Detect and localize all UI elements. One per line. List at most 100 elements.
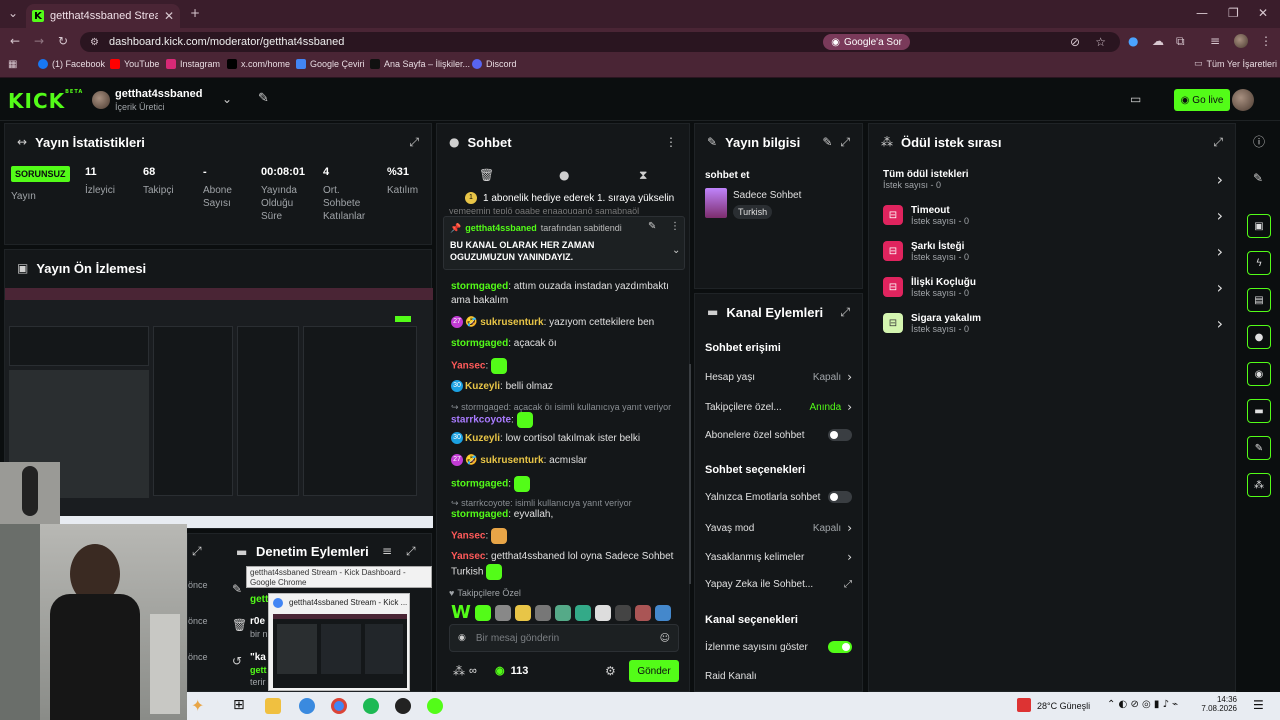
stream-preview-video[interactable] [5, 288, 433, 528]
chat-user[interactable]: stormgaged [451, 338, 508, 349]
chat-menu-icon[interactable]: ⋮ [665, 135, 677, 149]
sidebar-broadcast-icon[interactable]: ◉ [1247, 362, 1271, 386]
stream-tag[interactable]: Turkish [733, 205, 773, 219]
edit-layout-icon[interactable]: ✎ [1253, 171, 1263, 185]
minimize-icon[interactable]: — [1196, 6, 1208, 20]
chat-user[interactable]: Kuzeyli [465, 381, 500, 392]
w-emote-icon[interactable]: W [451, 602, 471, 623]
emote-icon[interactable] [494, 604, 511, 621]
wrench-icon[interactable]: ✎ [258, 91, 269, 106]
new-tab-icon[interactable]: + [190, 6, 200, 20]
channel-avatar[interactable] [92, 91, 110, 109]
chat-points-toggle[interactable]: ⁂ ∞ [453, 664, 477, 678]
expand-icon[interactable]: ⤢ [840, 305, 850, 320]
emote-icon[interactable] [574, 604, 591, 621]
trash-icon[interactable]: 🗑 [479, 168, 494, 182]
notification-icon[interactable]: ☰ [1253, 698, 1264, 712]
task-view-icon[interactable]: ⊞ [233, 697, 245, 713]
emotes-only-toggle[interactable] [828, 491, 852, 503]
reward-item[interactable]: ⊟ Şarkı İsteği İstek sayısı - 0 › [883, 236, 1223, 266]
chat-user[interactable]: Yansec [451, 531, 485, 542]
eye-off-icon[interactable]: ⊘ [1070, 35, 1080, 49]
bookmark-instagram[interactable]: Instagram [166, 59, 220, 69]
chat-user[interactable]: sukrusenturk [480, 317, 543, 328]
extension-icon[interactable]: ● [1128, 34, 1138, 48]
expand-icon[interactable]: ⤢ [840, 135, 850, 150]
chat-user[interactable]: starrkcoyote [451, 415, 511, 426]
show-views-row[interactable]: İzlenme sayısını göster [705, 641, 852, 653]
emote-icon[interactable] [554, 604, 571, 621]
all-bookmarks[interactable]: ▭ Tüm Yer İşaretleri [1194, 59, 1277, 69]
chat-user[interactable]: sukrusenturk [480, 455, 543, 466]
browser-edge-icon[interactable] [299, 698, 315, 714]
back-icon[interactable]: ← [10, 34, 20, 48]
hourglass-icon[interactable]: ⧗ [639, 168, 647, 183]
sidebar-wrench-icon[interactable]: ✎ [1247, 436, 1271, 460]
site-info-icon[interactable]: ⚙ [90, 37, 99, 48]
chat-message[interactable]: 27 🤣 sukrusenturk: acmıslar [451, 454, 681, 468]
close-window-icon[interactable]: ✕ [1258, 6, 1268, 20]
followers-only-row[interactable]: Takipçilere özel... Anında › [705, 400, 852, 414]
cloud-icon[interactable]: ☁ [1152, 34, 1164, 48]
tray-icons[interactable]: ⌃ ◐ ⊘ ◎ ▮ ♪ ⌁ [1107, 699, 1178, 710]
emote-icon[interactable] [514, 604, 531, 621]
bookmark-google-ceviri[interactable]: Google Çeviri [296, 59, 365, 69]
chat-user[interactable]: Yansec [451, 551, 485, 562]
chat-message[interactable]: Yansec: [451, 358, 681, 374]
file-explorer-icon[interactable] [265, 698, 281, 714]
emotes-only-row[interactable]: Yalnızca Emotlarla sohbet [705, 491, 852, 503]
chat-message[interactable]: 27 🤣 sukrusenturk: yazıyom cettekilere be… [451, 316, 681, 330]
show-views-toggle[interactable] [828, 641, 852, 653]
chat-settings-gear-icon[interactable]: ⚙ [605, 664, 616, 678]
chat-message[interactable]: stormgaged: attım ouzada instadan yazdım… [451, 280, 681, 308]
user-icon[interactable]: ◉ [458, 633, 466, 643]
account-age-row[interactable]: Hesap yaşı Kapalı › [705, 370, 852, 384]
apps-grid-icon[interactable]: ▦ [8, 59, 17, 70]
chat-message[interactable]: starrkcoyote: [451, 412, 681, 428]
emoji-picker-icon[interactable]: ☺ [660, 633, 670, 644]
bookmark-star-icon[interactable]: ☆ [1095, 35, 1106, 49]
reward-item[interactable]: ⊟ Sigara yakalım İstek sayısı - 0 › [883, 308, 1223, 338]
menu-list-icon[interactable]: ≡ [1210, 34, 1220, 48]
kebab-menu-icon[interactable]: ⋮ [1260, 34, 1272, 48]
expand-icon[interactable]: ⤢ [406, 544, 416, 559]
edit-pencil-icon[interactable]: ✎ [822, 135, 832, 149]
chat-message[interactable]: stormgaged: [451, 476, 681, 492]
spotify-icon[interactable] [363, 698, 379, 714]
emote-icon[interactable] [614, 604, 631, 621]
subs-only-row[interactable]: Abonelere özel sohbet [705, 429, 852, 441]
sidebar-actions-icon[interactable]: ▬ [1247, 399, 1271, 423]
user-avatar[interactable] [1232, 89, 1254, 111]
sparkle-icon[interactable]: ✦ [191, 696, 204, 715]
sidebar-reward-icon[interactable]: ⁂ [1247, 473, 1271, 497]
sidebar-chat-icon[interactable]: ● [1247, 325, 1271, 349]
chat-user[interactable]: Yansec [451, 361, 485, 372]
raid-row[interactable]: Raid Kanalı [705, 671, 852, 682]
chat-bubble-icon[interactable]: ● [559, 168, 569, 182]
emote-icon[interactable] [474, 604, 491, 621]
expand-icon[interactable]: ⤢ [409, 135, 419, 150]
all-rewards-row[interactable]: Tüm ödül istekleri İstek sayısı - 0 › [883, 164, 1223, 194]
chat-message[interactable]: 30 Kuzeyli: belli olmaz [451, 380, 681, 394]
chat-message[interactable]: Yansec: getthat4ssbaned lol oyna Sadece … [451, 550, 681, 580]
reload-icon[interactable]: ↻ [58, 34, 68, 48]
bookmark-facebook[interactable]: (1) Facebook [38, 59, 105, 69]
emote-icon[interactable] [634, 604, 651, 621]
bookmark-discord[interactable]: Discord [472, 59, 517, 69]
taskbar-thumbnail[interactable]: getthat4ssbaned Stream - Kick ... [268, 593, 410, 691]
channel-switch-chevron-icon[interactable]: ⌄ [222, 92, 232, 106]
banned-words-row[interactable]: Yasaklanmış kelimeler › [705, 550, 852, 564]
expand-icon[interactable]: ⤢ [1213, 135, 1223, 150]
puzzle-icon[interactable]: ⧉ [1176, 34, 1185, 49]
send-button[interactable]: Gönder [629, 660, 679, 682]
chrome-icon[interactable] [331, 698, 347, 714]
reward-item[interactable]: ⊟ Timeout İstek sayısı - 0 › [883, 200, 1223, 230]
clock[interactable]: 14:36 7.08.2026 [1197, 695, 1237, 713]
chat-scrollbar[interactable] [689, 364, 691, 584]
reward-item[interactable]: ⊟ İlişki Koçluğu İstek sayısı - 0 › [883, 272, 1223, 302]
subs-only-toggle[interactable] [828, 429, 852, 441]
bookmark-x[interactable]: x.com/home [227, 59, 290, 69]
info-icon[interactable]: ⓘ [1253, 133, 1265, 150]
stream-manager-icon[interactable]: ▭ [1130, 92, 1141, 106]
slow-mode-row[interactable]: Yavaş mod Kapalı › [705, 521, 852, 535]
